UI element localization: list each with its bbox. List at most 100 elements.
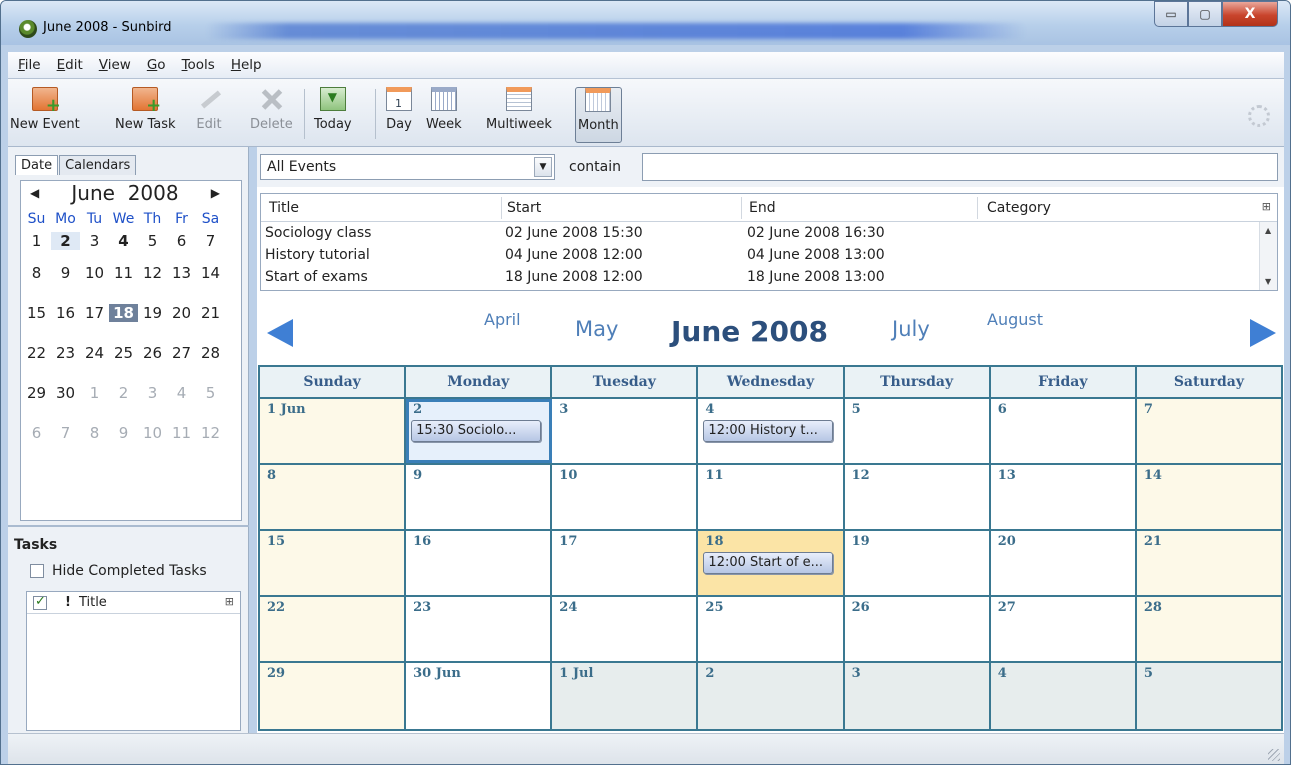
day-view-button[interactable]: Day [386,87,412,143]
minimonth-day[interactable]: 23 [51,344,80,362]
tab-date[interactable]: Date [15,155,59,175]
calendar-day-cell[interactable]: 24 [552,597,699,661]
week-view-button[interactable]: Week [426,87,462,143]
minimonth-day[interactable]: 5 [138,232,167,250]
minimonth-day-other-month[interactable]: 9 [109,424,138,442]
calendar-day-cell[interactable]: 23 [406,597,553,661]
minimonth-day[interactable]: 28 [196,344,225,362]
calendar-day-cell[interactable]: 22 [260,597,407,661]
minimonth-day[interactable]: 27 [167,344,196,362]
minimonth-day-other-month[interactable]: 6 [22,424,51,442]
calendar-day-cell[interactable]: 6 [990,399,1137,463]
minimonth-day[interactable]: 30 [51,384,80,402]
dropdown-arrow-icon[interactable]: ▼ [534,157,552,177]
minimonth-day[interactable]: 24 [80,344,109,362]
minimonth-day-other-month[interactable]: 4 [167,384,196,402]
minimonth-day[interactable]: 6 [167,232,196,250]
calendar-day-cell[interactable]: 11 [698,465,845,529]
calendar-day-cell[interactable]: 26 [844,597,991,661]
menu-tools[interactable]: Tools [176,57,225,73]
calendar-day-cell-today[interactable]: 18 12:00 Start of e... [698,531,845,595]
month-link-august[interactable]: August [987,310,1043,329]
minimonth-day[interactable]: 13 [167,264,196,282]
close-button[interactable]: X [1222,1,1278,27]
menu-file[interactable]: File [12,57,51,73]
minimonth-day-other-month[interactable]: 11 [167,424,196,442]
menu-go[interactable]: Go [141,57,176,73]
minimonth-day[interactable]: 19 [138,304,167,322]
minimonth-next-icon[interactable]: ▶ [211,186,220,200]
table-row[interactable]: Sociology class 02 June 2008 15:30 02 Ju… [261,222,1277,244]
minimonth-day[interactable]: 11 [109,264,138,282]
event-sociology-class[interactable]: 15:30 Sociolo... [411,420,542,442]
calendar-day-cell[interactable]: 20 [990,531,1137,595]
event-list-scrollbar[interactable]: ▲ ▼ [1259,222,1277,290]
month-view-button[interactable]: Month [575,87,622,143]
calendar-day-cell[interactable]: 8 [260,465,407,529]
minimonth-day-other-month[interactable]: 1 [80,384,109,402]
calendar-day-cell[interactable]: 9 [406,465,553,529]
minimonth-day[interactable]: 25 [109,344,138,362]
calendar-day-cell[interactable]: 10 [552,465,699,529]
resize-grip-icon[interactable] [1268,749,1280,761]
minimonth-day[interactable]: 15 [22,304,51,322]
column-picker-icon[interactable]: ⊞ [225,595,234,608]
calendar-day-cell-other-month[interactable]: 3 [844,663,991,729]
title-column-header[interactable]: Title [79,595,107,610]
minimonth-year[interactable]: 2008 [128,181,179,205]
priority-column-header[interactable]: ! [65,595,71,610]
minimonth-day[interactable]: 12 [138,264,167,282]
event-filter-dropdown[interactable]: All Events ▼ [260,154,555,180]
calendar-day-cell[interactable]: 14 [1136,465,1281,529]
calendar-day-cell[interactable]: 16 [406,531,553,595]
event-start-of-exams[interactable]: 12:00 Start of e... [703,552,834,574]
task-list[interactable]: ! Title ⊞ [26,591,241,731]
scroll-up-icon[interactable]: ▲ [1265,226,1271,235]
column-end[interactable]: End [745,200,776,216]
minimonth-day[interactable]: 29 [22,384,51,402]
calendar-day-cell[interactable]: 17 [552,531,699,595]
month-link-april[interactable]: April [484,310,521,329]
minimonth-day[interactable]: 10 [80,264,109,282]
scroll-down-icon[interactable]: ▼ [1265,277,1271,286]
new-event-button[interactable]: New Event [10,87,80,143]
calendar-day-cell[interactable]: 29 [260,663,407,729]
search-input[interactable] [642,153,1278,181]
calendar-day-cell[interactable]: 30 Jun [406,663,553,729]
minimonth-day-other-month[interactable]: 10 [138,424,167,442]
column-start[interactable]: Start [503,200,541,216]
checkbox-icon[interactable] [30,564,44,578]
minimonth-day-other-month[interactable]: 8 [80,424,109,442]
edit-button[interactable]: Edit [196,87,222,143]
calendar-day-cell[interactable]: 21 [1136,531,1281,595]
month-link-july[interactable]: July [892,317,930,341]
calendar-day-cell[interactable]: 25 [698,597,845,661]
calendar-day-cell[interactable]: 1 Jun [260,399,407,463]
minimonth-day[interactable]: 2 [51,232,80,250]
minimonth-day[interactable]: 21 [196,304,225,322]
column-picker-icon[interactable]: ⊞ [1262,200,1271,213]
minimonth-day-other-month[interactable]: 3 [138,384,167,402]
calendar-day-cell[interactable]: 27 [990,597,1137,661]
minimonth-day[interactable]: 14 [196,264,225,282]
calendar-day-cell-other-month[interactable]: 5 [1136,663,1281,729]
minimonth-day[interactable]: 17 [80,304,109,322]
calendar-day-cell-other-month[interactable]: 4 [990,663,1137,729]
calendar-day-cell-selected[interactable]: 2 15:30 Sociolo... [406,399,553,463]
calendar-day-cell[interactable]: 19 [844,531,991,595]
table-row[interactable]: History tutorial 04 June 2008 12:00 04 J… [261,244,1277,266]
minimonth-day[interactable]: 26 [138,344,167,362]
column-separator[interactable] [741,197,742,219]
column-separator[interactable] [501,197,502,219]
minimonth-day-other-month[interactable]: 2 [109,384,138,402]
today-button[interactable]: Today [314,87,352,143]
minimonth-day-selected[interactable]: 18 [109,304,138,322]
minimonth-day[interactable]: 1 [22,232,51,250]
calendar-day-cell-other-month[interactable]: 1 Jul [552,663,699,729]
minimonth-prev-icon[interactable]: ◀ [30,186,39,200]
minimonth-day[interactable]: 22 [22,344,51,362]
title-bar[interactable]: June 2008 - Sunbird ▭ ▢ X [1,1,1290,45]
minimonth-day[interactable]: 20 [167,304,196,322]
menu-help[interactable]: Help [225,57,272,73]
minimonth-day[interactable]: 8 [22,264,51,282]
